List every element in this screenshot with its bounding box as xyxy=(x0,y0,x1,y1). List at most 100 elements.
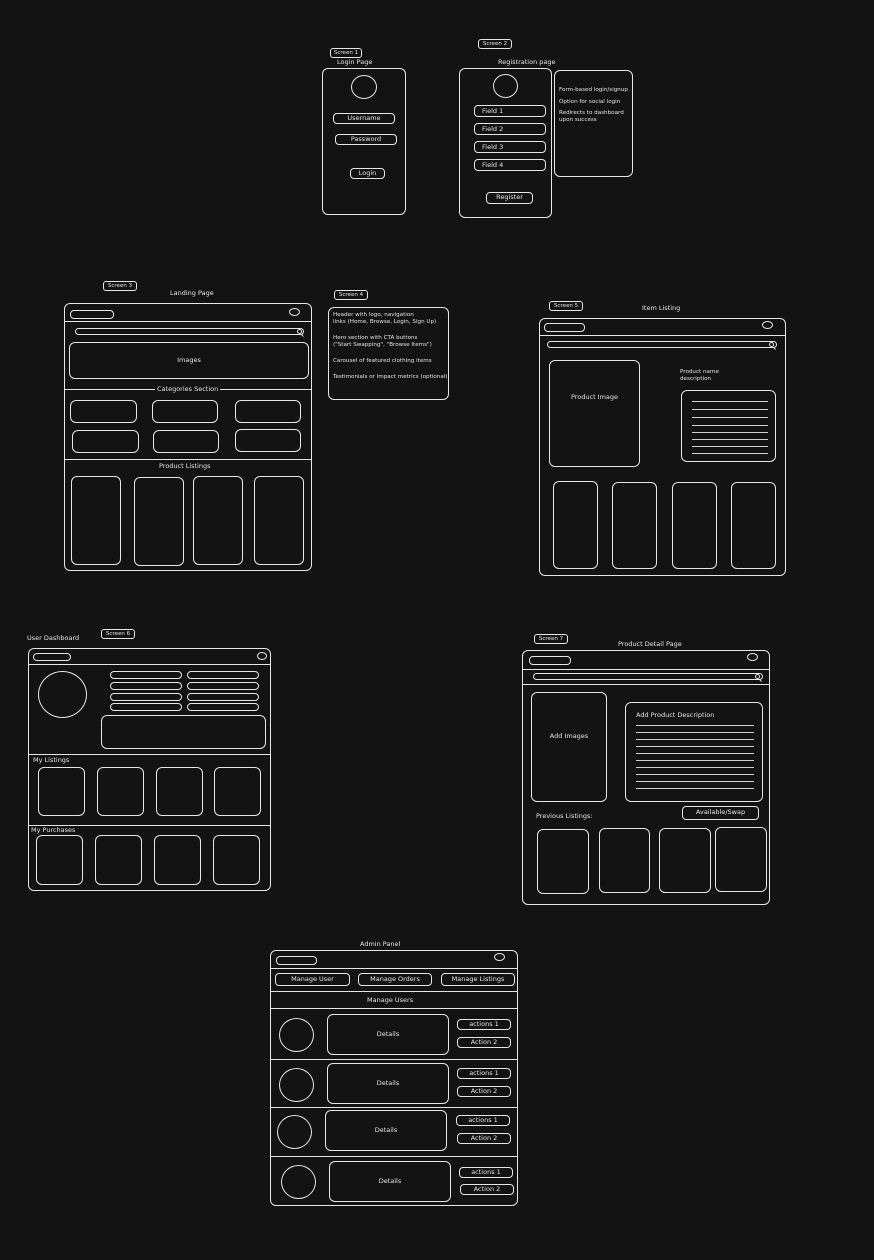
product-card[interactable] xyxy=(134,477,184,566)
previous-listing-card[interactable] xyxy=(599,828,650,893)
logo-placeholder xyxy=(544,323,585,332)
action-2-button[interactable]: Action 2 xyxy=(460,1184,514,1195)
search-divider xyxy=(523,684,769,685)
action-1-button[interactable]: actions 1 xyxy=(456,1115,510,1126)
header-divider xyxy=(523,669,769,670)
landing-frame: Images Categories Section Product Listin… xyxy=(64,303,312,571)
tab-manage-orders[interactable]: Manage Orders xyxy=(358,973,432,986)
previous-listing-card[interactable] xyxy=(537,829,589,894)
listing-card[interactable] xyxy=(156,767,203,816)
text-line xyxy=(636,781,754,782)
description-box[interactable]: Add Product Description xyxy=(625,702,763,802)
note-carousel: Carousel of featured clothing items xyxy=(333,358,432,364)
text-line xyxy=(692,439,768,440)
add-images-box[interactable]: Add Images xyxy=(531,692,607,802)
logo-placeholder xyxy=(70,310,114,319)
related-item-card[interactable] xyxy=(672,482,717,569)
field-2[interactable]: Field 2 xyxy=(474,123,546,135)
text-line xyxy=(636,732,754,733)
purchase-card[interactable] xyxy=(95,835,142,885)
screen6-tag: Screen 6 xyxy=(101,629,135,639)
action-2-button[interactable]: Action 2 xyxy=(457,1133,511,1144)
category-card[interactable] xyxy=(153,430,219,453)
product-image: Product Image xyxy=(549,360,640,467)
note-header: Header with logo, navigation links (Home… xyxy=(333,312,437,325)
purchase-card[interactable] xyxy=(154,835,201,885)
profile-icon[interactable] xyxy=(289,308,300,316)
product-card[interactable] xyxy=(193,476,243,565)
purchase-card[interactable] xyxy=(36,835,83,885)
categories-label: Categories Section xyxy=(155,385,221,394)
action-1-button[interactable]: actions 1 xyxy=(457,1019,511,1030)
text-line xyxy=(636,760,754,761)
search-icon[interactable] xyxy=(297,329,302,334)
related-item-card[interactable] xyxy=(553,481,598,569)
related-item-card[interactable] xyxy=(612,482,657,569)
screen7-tag: Screen 7 xyxy=(534,634,568,644)
logo-placeholder xyxy=(33,653,71,661)
field-4[interactable]: Field 4 xyxy=(474,159,546,171)
note-social-login: Option for social login xyxy=(559,99,621,105)
tab-manage-listings[interactable]: Manage Listings xyxy=(441,973,515,986)
previous-listing-card[interactable] xyxy=(659,828,711,893)
dashboard-frame: My Listings My Purchases xyxy=(28,648,271,891)
profile-bio-box xyxy=(101,715,266,749)
available-swap-button[interactable]: Available/Swap xyxy=(682,806,759,820)
action-2-button[interactable]: Action 2 xyxy=(457,1086,511,1097)
profile-icon[interactable] xyxy=(257,652,267,660)
listing-card[interactable] xyxy=(214,767,261,816)
listing-card[interactable] xyxy=(97,767,144,816)
description-box xyxy=(681,390,776,462)
tab-manage-user[interactable]: Manage User xyxy=(275,973,350,986)
search-bar[interactable] xyxy=(547,341,777,348)
action-2-button[interactable]: Action 2 xyxy=(457,1037,511,1048)
screen6-title: User Dashboard xyxy=(27,634,80,642)
profile-field xyxy=(110,671,182,679)
username-field[interactable]: Username xyxy=(333,113,395,124)
my-purchases-label: My Purchases xyxy=(31,826,76,834)
category-card[interactable] xyxy=(152,400,218,423)
admin-title: Admin Panel xyxy=(360,940,401,948)
password-field[interactable]: Password xyxy=(335,134,397,145)
section-divider xyxy=(271,1008,517,1009)
search-icon[interactable] xyxy=(755,674,760,679)
screen7-title: Product Detail Page xyxy=(618,640,682,648)
listing-card[interactable] xyxy=(38,767,85,816)
admin-frame: Manage User Manage Orders Manage Listing… xyxy=(270,950,518,1206)
user-avatar xyxy=(279,1068,314,1102)
products-label: Product Listings xyxy=(159,462,211,470)
category-card[interactable] xyxy=(235,429,301,452)
profile-icon[interactable] xyxy=(494,953,505,961)
landing-notes: Header with logo, navigation links (Home… xyxy=(328,307,449,400)
text-line xyxy=(692,432,768,433)
login-button[interactable]: Login xyxy=(350,168,385,179)
text-line xyxy=(636,788,754,789)
register-button[interactable]: Register xyxy=(486,192,533,204)
category-card[interactable] xyxy=(235,400,301,423)
profile-icon[interactable] xyxy=(762,321,773,329)
my-listings-label: My Listings xyxy=(33,756,70,764)
profile-icon[interactable] xyxy=(747,653,758,661)
row-divider xyxy=(271,1059,517,1060)
product-card[interactable] xyxy=(71,476,121,565)
product-card[interactable] xyxy=(254,476,304,565)
related-item-card[interactable] xyxy=(731,482,776,569)
purchase-card[interactable] xyxy=(213,835,260,885)
action-1-button[interactable]: actions 1 xyxy=(459,1167,513,1178)
text-line xyxy=(636,725,754,726)
search-bar[interactable] xyxy=(75,328,304,335)
text-line xyxy=(636,746,754,747)
field-3[interactable]: Field 3 xyxy=(474,141,546,153)
profile-field xyxy=(187,671,259,679)
profile-field xyxy=(110,693,182,701)
search-bar[interactable] xyxy=(533,673,763,680)
category-card[interactable] xyxy=(70,400,137,423)
profile-field xyxy=(110,703,182,711)
action-1-button[interactable]: actions 1 xyxy=(457,1068,511,1079)
previous-listing-card[interactable] xyxy=(715,827,767,892)
field-1[interactable]: Field 1 xyxy=(474,105,546,117)
products-divider xyxy=(65,459,311,460)
category-card[interactable] xyxy=(72,430,139,453)
user-avatar xyxy=(277,1115,312,1149)
search-icon[interactable] xyxy=(769,342,774,347)
